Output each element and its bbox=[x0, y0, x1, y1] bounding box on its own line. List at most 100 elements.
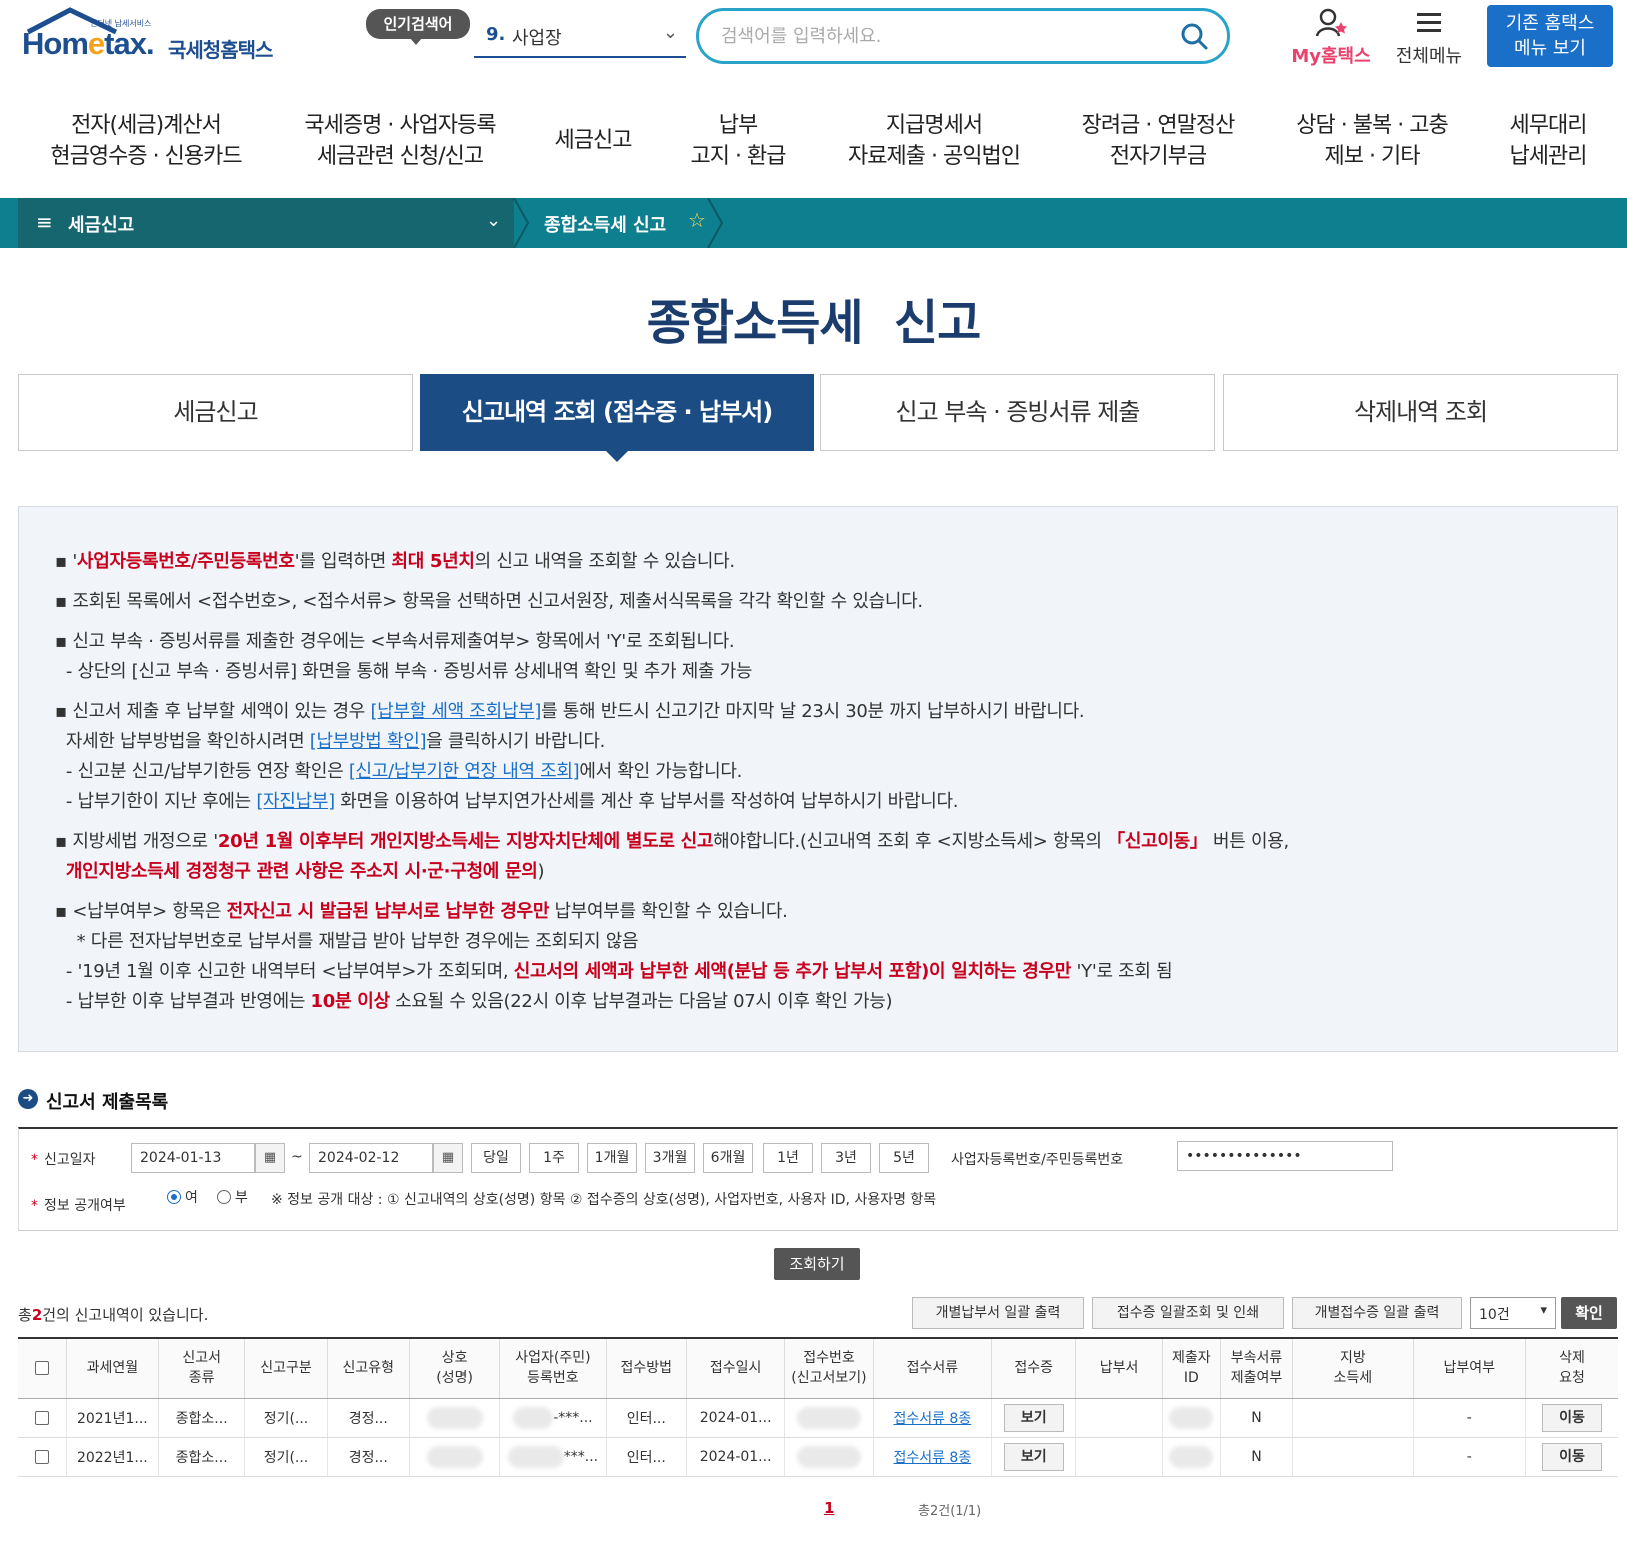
cell-submitter-masked bbox=[1162, 1398, 1221, 1438]
link-payment-method[interactable]: [납부방법 확인] bbox=[310, 731, 427, 752]
cell-documents-link[interactable]: 접수서류 8종 bbox=[873, 1437, 993, 1477]
gnb-item-statement[interactable]: 지급명세서 자료제출 · 공익법인 bbox=[838, 110, 1030, 172]
disclose-notice: ※ 정보 공개 대상 : ① 신고내역의 상호(성명) 항목 ② 접수증의 상호… bbox=[271, 1192, 937, 1208]
gnb-item-tax-report[interactable]: 세금신고 bbox=[546, 125, 640, 156]
gnb-item-incentive[interactable]: 장려금 · 연말정산 전자기부금 bbox=[1070, 110, 1246, 172]
disclose-no-radio[interactable]: 부 bbox=[217, 1187, 248, 1207]
chevron-down-icon: ⌄ bbox=[662, 22, 678, 43]
tab-deleted-history[interactable]: 삭제내역 조회 bbox=[1223, 374, 1618, 451]
gnb-item-tax-agent[interactable]: 세무대리 납세관리 bbox=[1496, 110, 1600, 172]
receipt-view-button[interactable]: 보기 bbox=[1003, 1403, 1064, 1432]
gnb-item-certificate[interactable]: 국세증명 · 사업자등록 세금관련 신청/신고 bbox=[294, 110, 506, 172]
cell-receipt-number[interactable] bbox=[784, 1437, 874, 1477]
popular-search-select[interactable]: 9. 사업장 ⌄ bbox=[474, 14, 686, 58]
period-5year-button[interactable]: 5년 bbox=[879, 1143, 929, 1173]
query-button[interactable]: 조회하기 bbox=[774, 1248, 860, 1280]
tab-tax-report[interactable]: 세금신고 bbox=[18, 374, 413, 451]
confirm-button[interactable]: 확인 bbox=[1561, 1297, 1617, 1329]
select-all-checkbox[interactable] bbox=[18, 1337, 67, 1399]
col-method: 접수방법 bbox=[606, 1337, 687, 1399]
move-button[interactable]: 이동 bbox=[1542, 1403, 1602, 1432]
gnb-label: 세무대리 bbox=[1509, 113, 1588, 138]
gnb-label: 상담 · 불복 · 고충 bbox=[1296, 113, 1448, 138]
date-from-input[interactable]: 2024-01-13 bbox=[131, 1143, 255, 1173]
link-self-payment[interactable]: [자진납부] bbox=[256, 791, 335, 812]
logo-korean-name: 국세청홈택스 bbox=[168, 38, 273, 62]
hamburger-icon: ≡ bbox=[36, 210, 53, 234]
cell-period: 2022년1... bbox=[66, 1437, 160, 1477]
row-checkbox[interactable] bbox=[18, 1398, 67, 1438]
biz-number-input[interactable]: •••••••••••••• bbox=[1177, 1141, 1393, 1171]
period-3year-button[interactable]: 3년 bbox=[821, 1143, 871, 1173]
table-row: 2021년1... 종합소... 정기(... 경정... -***... 인터… bbox=[18, 1398, 1618, 1438]
search-input[interactable] bbox=[721, 22, 1161, 50]
cell-date: 2024-01... bbox=[686, 1398, 786, 1438]
period-3month-button[interactable]: 3개월 bbox=[645, 1143, 695, 1173]
col-type: 신고유형 bbox=[327, 1337, 410, 1399]
gnb-sublabel: 납세관리 bbox=[1509, 144, 1588, 169]
calendar-icon[interactable]: ▦ bbox=[433, 1143, 463, 1173]
pager-current-page[interactable]: 1 bbox=[824, 1499, 834, 1517]
gnb-label: 세금신고 bbox=[554, 128, 633, 153]
user-icon bbox=[1315, 8, 1347, 37]
cell-name-masked bbox=[409, 1398, 501, 1438]
payment-slip-print-button[interactable]: 개별납부서 일괄 출력 bbox=[912, 1297, 1084, 1329]
all-menu-button[interactable]: 전체메뉴 bbox=[1388, 6, 1470, 67]
gnb-item-consult[interactable]: 상담 · 불복 · 고충 제보 · 기타 bbox=[1286, 110, 1458, 172]
date-tilde: ~ bbox=[291, 1149, 303, 1165]
page-size-select[interactable]: 10건 ▾ bbox=[1470, 1297, 1556, 1329]
gnb-item-invoice[interactable]: 전자(세금)계산서 현금영수증 · 신용카드 bbox=[42, 110, 250, 172]
date-label: * 신고일자 bbox=[31, 1152, 96, 1168]
disclose-label: * 정보 공개여부 bbox=[31, 1198, 126, 1214]
period-6month-button[interactable]: 6개월 bbox=[703, 1143, 753, 1173]
favorite-star-icon[interactable]: ☆ bbox=[688, 208, 706, 232]
disclose-yes-radio[interactable]: 여 bbox=[167, 1187, 198, 1207]
breadcrumb-section-select[interactable]: ≡ 세금신고 ⌄ bbox=[18, 198, 514, 248]
cell-biz-number: ***... bbox=[499, 1437, 607, 1477]
link-extension-history[interactable]: [신고/납부기한 연장 내역 조회] bbox=[349, 761, 580, 782]
cell-kind: 종합소... bbox=[158, 1398, 246, 1438]
cell-receipt: 보기 bbox=[991, 1437, 1077, 1477]
date-to-input[interactable]: 2024-02-12 bbox=[309, 1143, 433, 1173]
move-button[interactable]: 이동 bbox=[1542, 1442, 1602, 1471]
radio-unchecked-icon bbox=[217, 1190, 231, 1204]
row-checkbox[interactable] bbox=[18, 1437, 67, 1477]
each-receipt-print-button[interactable]: 개별접수증 일괄 출력 bbox=[1292, 1297, 1462, 1329]
my-hometax-button[interactable]: My홈택스 bbox=[1287, 6, 1375, 67]
receipt-view-button[interactable]: 보기 bbox=[1003, 1442, 1064, 1471]
gnb-label: 지급명세서 bbox=[885, 113, 983, 138]
period-1month-button[interactable]: 1개월 bbox=[587, 1143, 637, 1173]
col-biz-number: 사업자(주민) 등록번호 bbox=[499, 1337, 607, 1399]
period-1year-button[interactable]: 1년 bbox=[763, 1143, 813, 1173]
period-1week-button[interactable]: 1주 bbox=[529, 1143, 579, 1173]
cell-kind: 종합소... bbox=[158, 1437, 246, 1477]
cell-delete: 이동 bbox=[1525, 1398, 1618, 1438]
col-receipt: 접수증 bbox=[991, 1337, 1077, 1399]
cell-type: 경정... bbox=[327, 1398, 410, 1438]
section-title: 신고서 제출목록 bbox=[46, 1092, 169, 1113]
col-documents: 접수서류 bbox=[873, 1337, 993, 1399]
breadcrumb-current[interactable]: 종합소득세 신고 bbox=[544, 211, 666, 237]
link-tax-payment[interactable]: [납부할 세액 조회납부] bbox=[370, 701, 541, 722]
col-paid: 납부여부 bbox=[1413, 1337, 1527, 1399]
notice-line: 개인지방소득세 경정청구 관련 사항은 주소지 시·군·구청에 문의) bbox=[65, 861, 545, 882]
cell-payment-slip bbox=[1075, 1398, 1163, 1438]
gnb-item-payment[interactable]: 납부 고지 · 환급 bbox=[680, 110, 796, 172]
gnb-label: 국세증명 · 사업자등록 bbox=[304, 113, 496, 138]
cell-biz-number: -***... bbox=[499, 1398, 607, 1438]
cell-documents-link[interactable]: 접수서류 8종 bbox=[873, 1398, 993, 1438]
tab-report-history[interactable]: 신고내역 조회 (접수증 · 납부서) bbox=[420, 374, 814, 462]
old-menu-button[interactable]: 기존 홈택스 메뉴 보기 bbox=[1487, 5, 1613, 67]
calendar-icon[interactable]: ▦ bbox=[255, 1143, 285, 1173]
cell-receipt-number[interactable] bbox=[784, 1398, 874, 1438]
cell-paid: - bbox=[1413, 1398, 1527, 1438]
col-date: 접수일시 bbox=[686, 1337, 786, 1399]
breadcrumb-section: 세금신고 bbox=[68, 215, 135, 236]
table-header-row: 과세연월 신고서 종류 신고구분 신고유형 상호 (성명) 사업자(주민) 등록번호 … bbox=[18, 1337, 1618, 1399]
hometax-logo[interactable]: 인터넷 납세서비스 Hometax. 국세청홈택스 bbox=[20, 6, 295, 70]
period-today-button[interactable]: 당일 bbox=[471, 1143, 521, 1173]
gnb-sublabel: 세금관련 신청/신고 bbox=[316, 144, 484, 169]
receipt-print-button[interactable]: 접수증 일괄조회 및 인쇄 bbox=[1092, 1297, 1284, 1329]
tab-attach-documents[interactable]: 신고 부속 · 증빙서류 제출 bbox=[820, 374, 1215, 451]
search-icon[interactable] bbox=[1179, 21, 1209, 51]
